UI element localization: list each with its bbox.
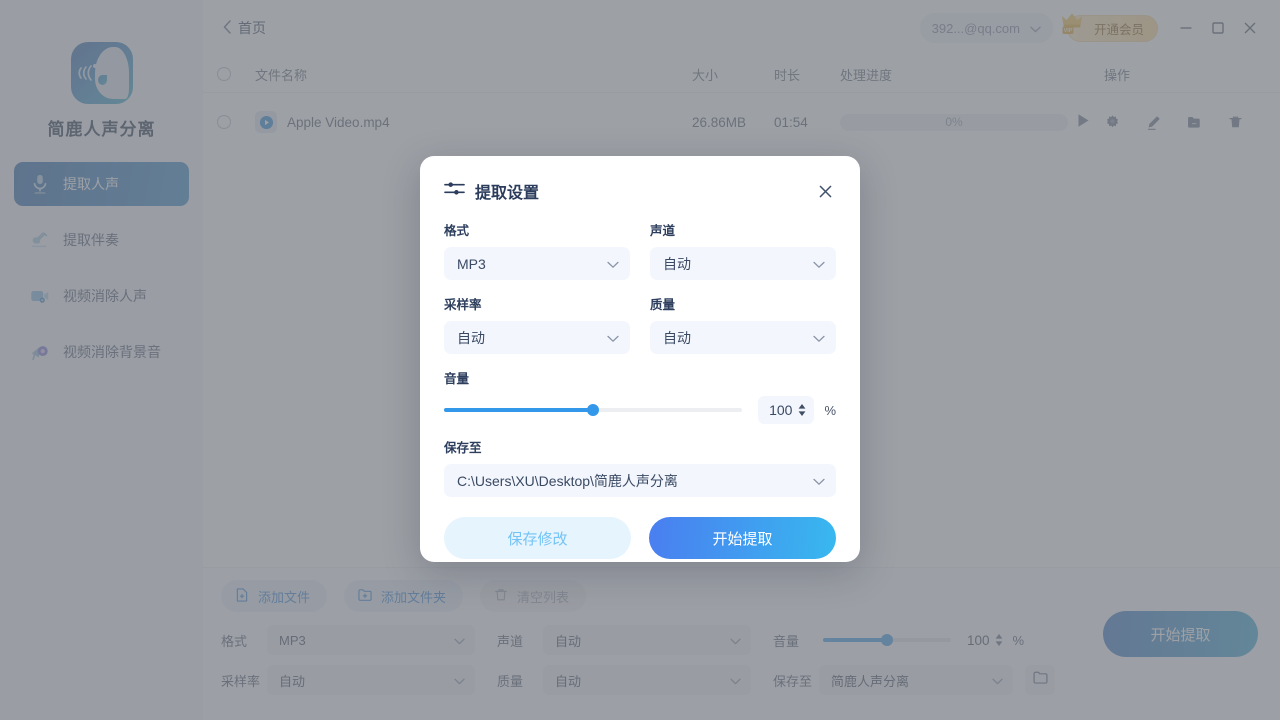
chevron-down-icon bbox=[813, 330, 825, 346]
quality-select[interactable]: 自动 bbox=[650, 321, 836, 354]
dialog-actions: 保存修改 开始提取 bbox=[444, 517, 836, 559]
volume-percent-sign: % bbox=[824, 403, 836, 418]
samplerate-value: 自动 bbox=[457, 328, 485, 348]
dialog-field-quality: 质量 自动 bbox=[650, 294, 836, 354]
stepper-arrows-icon[interactable] bbox=[798, 404, 806, 416]
dialog-title: 提取设置 bbox=[475, 179, 539, 203]
samplerate-label: 采样率 bbox=[444, 294, 630, 313]
chevron-down-icon bbox=[607, 256, 619, 272]
chevron-down-icon bbox=[813, 473, 825, 489]
dialog-row-samplerate-quality: 采样率 自动 质量 自动 bbox=[444, 294, 836, 368]
quality-label: 质量 bbox=[650, 294, 836, 313]
channel-label: 声道 bbox=[650, 220, 836, 239]
start-extract-dialog-label: 开始提取 bbox=[712, 528, 772, 549]
dialog-header: 提取设置 bbox=[444, 178, 836, 204]
dialog-field-saveto: 保存至 C:\Users\XU\Desktop\简鹿人声分离 bbox=[444, 437, 836, 497]
volume-value: 100 bbox=[769, 402, 792, 418]
dialog-field-format: 格式 MP3 bbox=[444, 220, 630, 280]
chevron-down-icon bbox=[813, 256, 825, 272]
save-changes-label: 保存修改 bbox=[507, 528, 567, 549]
chevron-down-icon bbox=[607, 330, 619, 346]
volume-stepper[interactable]: 100 bbox=[758, 396, 814, 424]
volume-label: 音量 bbox=[444, 368, 836, 387]
start-extract-dialog-button[interactable]: 开始提取 bbox=[649, 517, 836, 559]
dialog-field-volume: 音量 100 % bbox=[444, 368, 836, 424]
saveto-select[interactable]: C:\Users\XU\Desktop\简鹿人声分离 bbox=[444, 464, 836, 497]
format-select[interactable]: MP3 bbox=[444, 247, 630, 280]
close-icon[interactable] bbox=[814, 180, 836, 202]
saveto-value: C:\Users\XU\Desktop\简鹿人声分离 bbox=[457, 471, 678, 491]
format-value: MP3 bbox=[457, 256, 486, 272]
samplerate-select[interactable]: 自动 bbox=[444, 321, 630, 354]
sliders-settings-icon bbox=[444, 179, 465, 203]
channel-select[interactable]: 自动 bbox=[650, 247, 836, 280]
dialog-row-format-channel: 格式 MP3 声道 自动 bbox=[444, 220, 836, 294]
format-label: 格式 bbox=[444, 220, 630, 239]
dialog-field-channel: 声道 自动 bbox=[650, 220, 836, 280]
extract-settings-dialog: 提取设置 格式 MP3 声道 自动 采样率 bbox=[420, 156, 860, 562]
volume-row: 100 % bbox=[444, 396, 836, 424]
save-changes-button[interactable]: 保存修改 bbox=[444, 517, 631, 559]
volume-slider[interactable] bbox=[444, 408, 742, 412]
saveto-label: 保存至 bbox=[444, 437, 836, 456]
dialog-field-samplerate: 采样率 自动 bbox=[444, 294, 630, 354]
channel-value: 自动 bbox=[663, 254, 691, 274]
quality-value: 自动 bbox=[663, 328, 691, 348]
